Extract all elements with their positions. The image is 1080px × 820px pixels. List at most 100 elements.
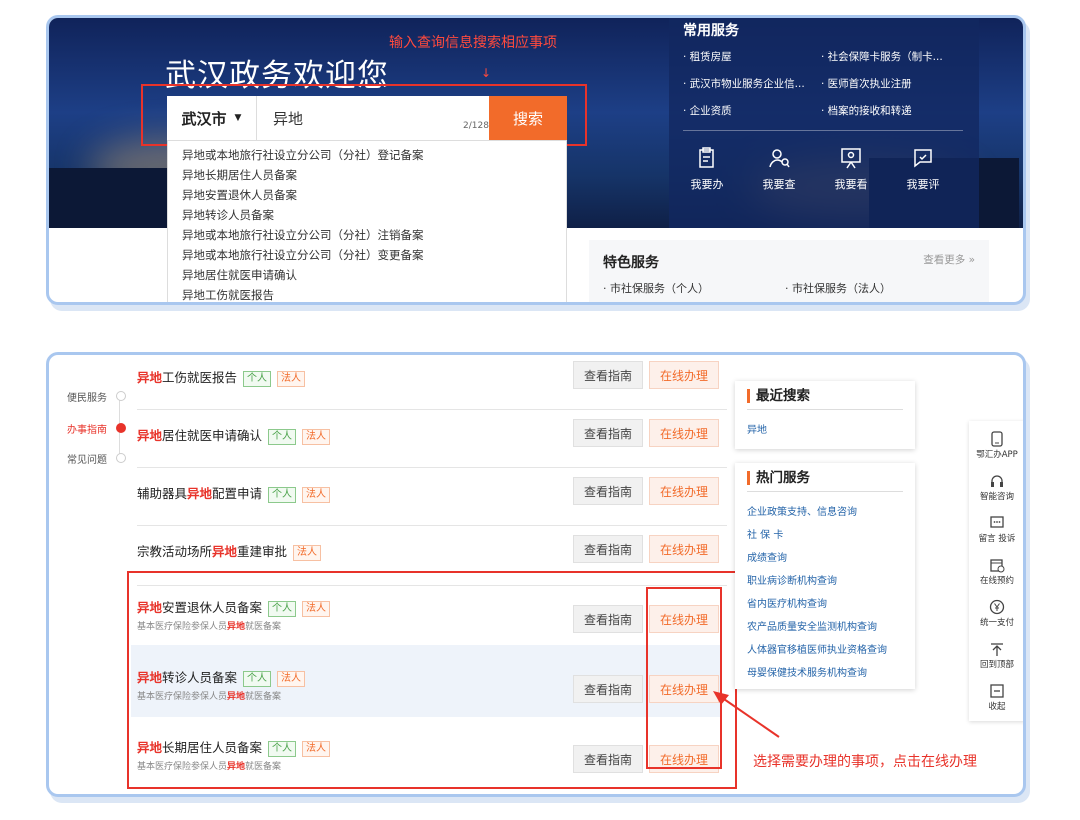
service-link[interactable]: · 档案的接收和转递 [821, 103, 912, 118]
row-title[interactable]: 宗教活动场所异地重建审批 法人 [137, 541, 322, 561]
row-title-text: 宗教活动场所 [137, 544, 213, 559]
suggestion-item[interactable]: 异地或本地旅行社设立分公司（分社）登记备案 [182, 145, 566, 165]
recent-search-title: 最近搜索 [747, 389, 810, 403]
nav-guide[interactable]: 办事指南 [67, 421, 107, 436]
hot-service-link[interactable]: 成绩查询 [747, 549, 787, 564]
divider [683, 130, 963, 131]
row-divider [137, 467, 727, 468]
hot-service-link[interactable]: 农产品质量安全监测机构查询 [747, 618, 877, 633]
appointment-button[interactable]: 在线预约 [969, 557, 1023, 586]
back-to-top-button[interactable]: 回到顶部 [969, 641, 1023, 670]
divider [747, 491, 903, 492]
payment-button[interactable]: 统一支付 [969, 599, 1023, 628]
suggestion-item[interactable]: 异地或本地旅行社设立分公司（分社）注销备案 [182, 225, 566, 245]
result-panel: 便民服务 办事指南 常见问题 异地工伤就医报告 个人 法人 查看指南 在线办理 异地居住就… [46, 352, 1026, 797]
tool-label: 在线预约 [979, 576, 1014, 586]
online-handle-button[interactable]: 在线办理 [649, 419, 719, 447]
tool-label: 智能咨询 [979, 492, 1014, 502]
hot-service-link[interactable]: 职业病诊断机构查询 [747, 572, 837, 587]
headset-icon [991, 475, 1003, 487]
recent-search-item[interactable]: 异地 [747, 421, 767, 436]
view-more-link[interactable]: 查看更多 » [923, 252, 975, 267]
action-view[interactable]: 我要看 [821, 146, 881, 192]
row-title-keyword: 异地 [212, 544, 238, 559]
common-services-title: 常用服务 [683, 23, 739, 39]
view-guide-button[interactable]: 查看指南 [573, 477, 643, 505]
row-title[interactable]: 异地工伤就医报告 个人 法人 [137, 367, 306, 387]
nav-dot-active [116, 423, 126, 433]
floating-toolbar: 鄂汇办APP 智能咨询 留言 投诉 在线预约 统一支付 回到顶部 收起 [969, 421, 1023, 721]
hot-service-link[interactable]: 省内医疗机构查询 [747, 595, 827, 610]
consult-button[interactable]: 智能咨询 [969, 473, 1023, 502]
tool-label: 鄂汇办APP [976, 450, 1018, 460]
annotation-box-search [141, 84, 587, 146]
annotation-arrow-icon [713, 691, 780, 738]
service-link[interactable]: · 武汉市物业服务企业信... [683, 76, 805, 91]
suggestion-item[interactable]: 异地长期居住人员备案 [182, 165, 566, 185]
featured-item[interactable]: · 市社保服务（个人） [603, 280, 709, 296]
divider [747, 409, 903, 410]
row-title-keyword: 异地 [137, 370, 163, 385]
row-title-text: 辅助器具 [137, 486, 188, 501]
hint-arrow-icon: ↓ [481, 66, 492, 80]
suggestion-item[interactable]: 异地安置退休人员备案 [182, 185, 566, 205]
nav-convenience[interactable]: 便民服务 [67, 389, 107, 404]
action-do[interactable]: 我要办 [677, 146, 737, 192]
online-handle-button[interactable]: 在线办理 [649, 535, 719, 563]
table-row: 异地工伤就医报告 个人 法人 查看指南 在线办理 [137, 361, 729, 411]
hot-services-title: 热门服务 [747, 471, 810, 485]
row-title-text: 居住就医申请确认 [162, 428, 263, 443]
search-panel: 武汉政务欢迎您 输入查询信息搜索相应事项 ↓ 武汉市 ▼ 异地 2/128 搜索… [46, 15, 1026, 305]
online-handle-button[interactable]: 在线办理 [649, 477, 719, 505]
collapse-button[interactable]: 收起 [969, 683, 1023, 712]
app-button[interactable]: 鄂汇办APP [969, 431, 1023, 460]
featured-item[interactable]: · 市社保服务（法人） [785, 280, 891, 296]
suggestion-item[interactable]: 异地居住就医申请确认 [182, 265, 566, 285]
legal-tag: 法人 [302, 487, 331, 503]
view-guide-button[interactable]: 查看指南 [573, 419, 643, 447]
legal-tag: 法人 [302, 429, 331, 445]
nav-faq[interactable]: 常见问题 [67, 451, 107, 466]
view-guide-button[interactable]: 查看指南 [573, 535, 643, 563]
message-button[interactable]: 留言 投诉 [969, 515, 1023, 544]
online-handle-button[interactable]: 在线办理 [649, 361, 719, 389]
yen-icon [989, 599, 1005, 615]
hot-services-card: 热门服务 企业政策支持、信息咨询社 保 卡成绩查询职业病诊断机构查询 省内医疗机构… [735, 463, 915, 689]
nav-dot [116, 391, 126, 401]
suggestion-item[interactable]: 异地或本地旅行社设立分公司（分社）变更备案 [182, 245, 566, 265]
service-link[interactable]: · 租赁房屋 [683, 49, 732, 64]
table-row: 辅助器具异地配置申请 个人 法人 查看指南 在线办理 [137, 477, 729, 527]
featured-title: 特色服务 [603, 255, 659, 271]
view-guide-button[interactable]: 查看指南 [573, 361, 643, 389]
action-label: 我要查 [762, 178, 796, 191]
hot-service-link[interactable]: 人体器官移植医师执业资格查询 [747, 641, 887, 656]
suggestion-item[interactable]: 异地转诊人员备案 [182, 205, 566, 225]
row-title[interactable]: 辅助器具异地配置申请 个人 法人 [137, 483, 331, 503]
hot-service-link[interactable]: 社 保 卡 [747, 526, 783, 541]
suggestion-item[interactable]: 异地工伤就医报告 [182, 285, 566, 302]
annotation-note: 选择需要办理的事项，点击在线办理 [753, 754, 977, 770]
service-link[interactable]: · 企业资质 [683, 103, 732, 118]
chat-rate-icon [914, 149, 932, 168]
clipboard-icon [699, 147, 714, 168]
tool-label: 收起 [988, 702, 1006, 712]
personal-tag: 个人 [268, 487, 297, 503]
hot-service-link[interactable]: 企业政策支持、信息咨询 [747, 503, 857, 518]
suggestion-dropdown: 异地或本地旅行社设立分公司（分社）登记备案 异地长期居住人员备案 异地安置退休人员备… [167, 140, 567, 302]
hot-service-link[interactable]: 母婴保健技术服务机构查询 [747, 664, 867, 679]
common-services: 常用服务 · 租赁房屋 · 社会保障卡服务（制卡... · 武汉市物业服务企业信… [669, 18, 979, 228]
row-title-keyword: 异地 [187, 486, 213, 501]
tool-label: 留言 投诉 [978, 534, 1016, 544]
row-title-keyword: 异地 [137, 428, 163, 443]
nav-dot [116, 453, 126, 463]
action-label: 我要看 [834, 178, 868, 191]
service-link[interactable]: · 医师首次执业注册 [821, 76, 912, 91]
action-label: 我要评 [906, 178, 940, 191]
action-rate[interactable]: 我要评 [893, 146, 953, 192]
row-title[interactable]: 异地居住就医申请确认 个人 法人 [137, 425, 331, 445]
message-icon [990, 516, 1004, 528]
presentation-icon [841, 148, 861, 169]
action-query[interactable]: 我要查 [749, 146, 809, 192]
recent-search-card: 最近搜索 异地 [735, 381, 915, 449]
service-link[interactable]: · 社会保障卡服务（制卡... [821, 49, 943, 64]
